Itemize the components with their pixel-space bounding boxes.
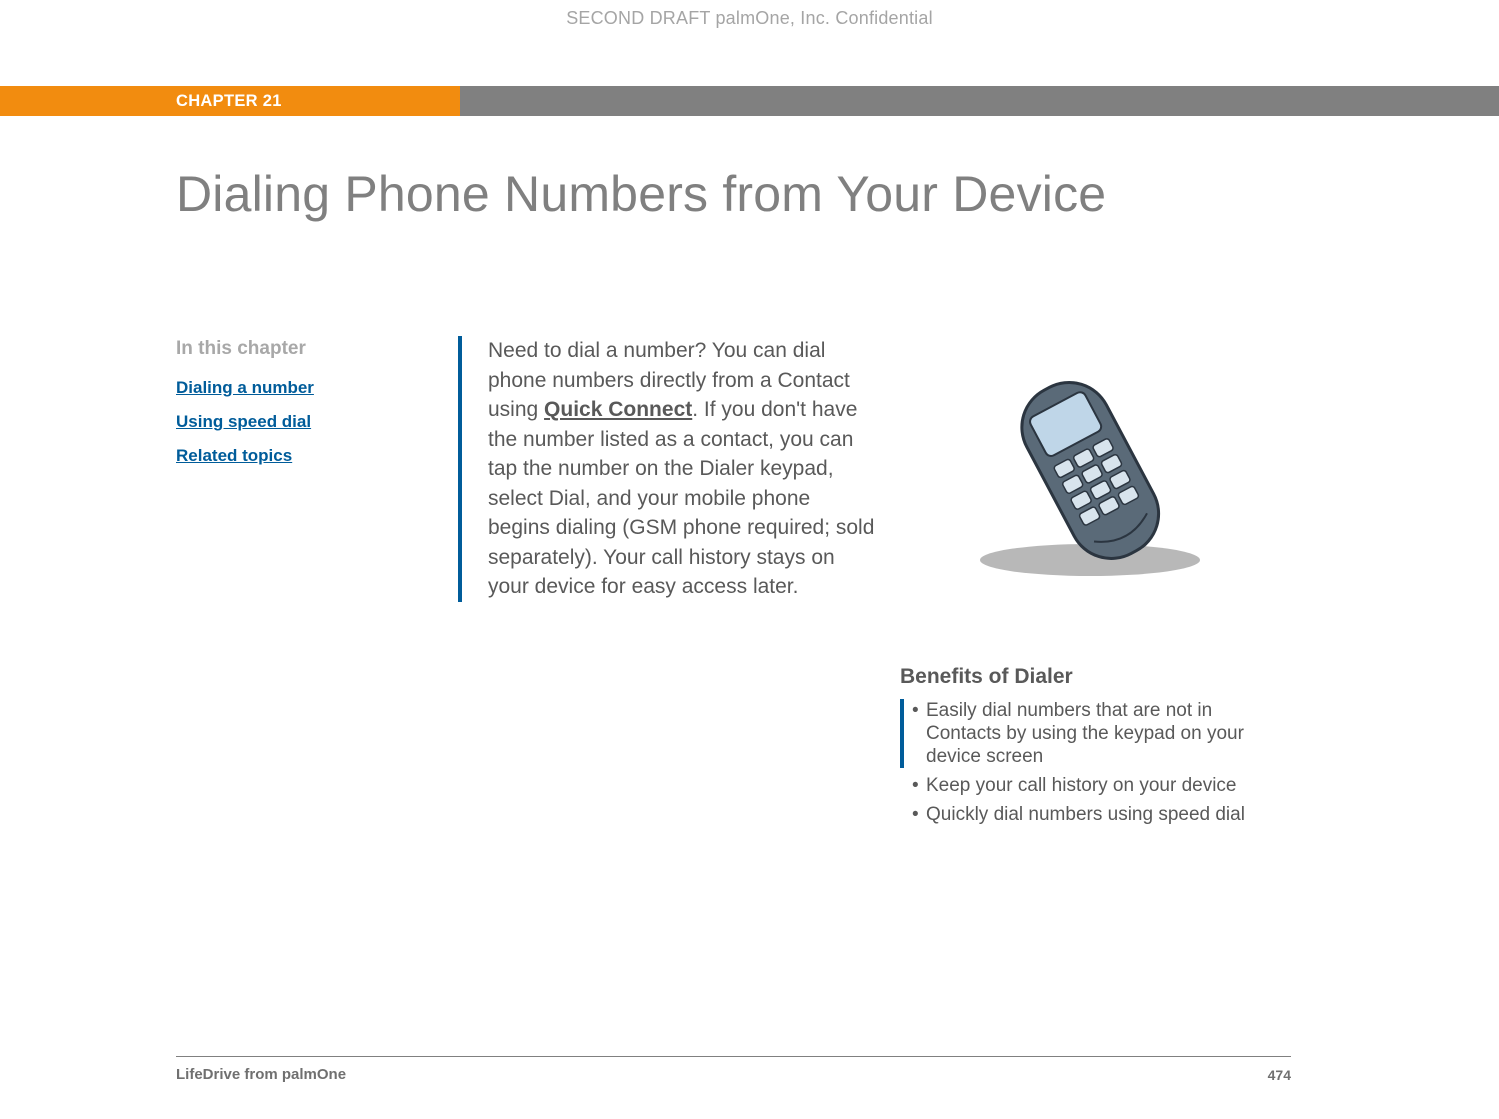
sidebar: In this chapter Dialing a number Using s…: [176, 338, 416, 480]
chapter-label: CHAPTER 21: [0, 86, 460, 116]
intro-post: . If you don't have the number listed as…: [488, 398, 874, 598]
chapter-bar: CHAPTER 21: [0, 86, 1499, 116]
bullet-icon: •: [912, 774, 926, 797]
intro-text: Need to dial a number? You can dial phon…: [488, 336, 876, 602]
benefit-item: • Keep your call history on your device: [900, 774, 1290, 797]
bullet-icon: •: [912, 803, 926, 826]
phone-illustration: [960, 360, 1220, 580]
sidebar-link-using-speed-dial[interactable]: Using speed dial: [176, 412, 416, 432]
footer-page-number: 474: [1268, 1067, 1291, 1083]
footer-divider: [176, 1056, 1291, 1057]
benefit-text: Easily dial numbers that are not in Cont…: [926, 699, 1290, 768]
benefit-item: • Quickly dial numbers using speed dial: [900, 803, 1290, 826]
benefit-text: Keep your call history on your device: [926, 774, 1290, 797]
benefit-item: • Easily dial numbers that are not in Co…: [900, 699, 1290, 768]
bullet-icon: •: [912, 699, 926, 768]
benefit-text: Quickly dial numbers using speed dial: [926, 803, 1290, 826]
sidebar-link-dialing-a-number[interactable]: Dialing a number: [176, 378, 416, 398]
sidebar-link-related-topics[interactable]: Related topics: [176, 446, 416, 466]
sidebar-heading: In this chapter: [176, 338, 416, 360]
footer-product-name: LifeDrive from palmOne: [176, 1066, 346, 1083]
header-watermark: SECOND DRAFT palmOne, Inc. Confidential: [0, 8, 1499, 29]
quick-connect-link[interactable]: Quick Connect: [544, 398, 692, 421]
page-title: Dialing Phone Numbers from Your Device: [176, 165, 1106, 223]
intro-block: Need to dial a number? You can dial phon…: [458, 336, 876, 602]
benefits-heading: Benefits of Dialer: [900, 665, 1290, 689]
benefits-block: Benefits of Dialer • Easily dial numbers…: [900, 665, 1290, 832]
